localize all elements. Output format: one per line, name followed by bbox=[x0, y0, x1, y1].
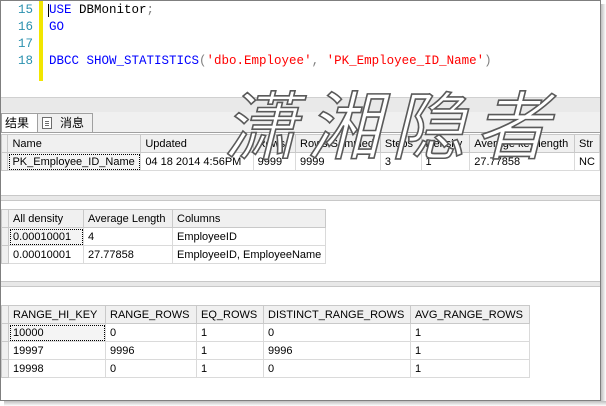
sql-token: , bbox=[311, 54, 327, 68]
tab-messages[interactable]: 消息 bbox=[37, 113, 93, 132]
column-header[interactable]: Updated bbox=[140, 134, 254, 153]
grid-splitter[interactable] bbox=[1, 281, 600, 287]
line-number: 18 bbox=[17, 54, 33, 68]
grid-cell[interactable]: 0 bbox=[105, 359, 197, 378]
column-header[interactable]: Average key length bbox=[469, 134, 576, 153]
column-header[interactable]: Name bbox=[7, 134, 142, 153]
column-header[interactable]: RANGE_ROWS bbox=[105, 305, 197, 324]
grid-cell[interactable]: 27.77858 bbox=[83, 245, 173, 264]
row-header[interactable] bbox=[1, 323, 9, 342]
grid-splitter[interactable] bbox=[1, 195, 600, 201]
table-row[interactable]: 19997 9996 1 9996 1 bbox=[1, 341, 530, 360]
grid-cell[interactable]: 19998 bbox=[8, 359, 106, 378]
results-tab-bar: 结果 消息 bbox=[1, 112, 600, 133]
grid-cell[interactable]: 1 bbox=[196, 323, 264, 342]
column-header[interactable]: AVG_RANGE_ROWS bbox=[410, 305, 530, 324]
sql-token: DBMonitor bbox=[71, 3, 147, 17]
grid-cell[interactable]: 1 bbox=[410, 341, 530, 360]
grid-corner[interactable] bbox=[1, 209, 9, 228]
line-number: 16 bbox=[17, 20, 33, 34]
table-row[interactable]: 0.00010001 4 EmployeeID bbox=[1, 227, 327, 246]
grid-cell[interactable]: 10000 bbox=[8, 323, 106, 342]
grid-cell[interactable]: 4 bbox=[83, 227, 173, 246]
grid-cell[interactable]: 0 bbox=[105, 323, 197, 342]
grid-corner[interactable] bbox=[1, 305, 9, 324]
sql-token: ) bbox=[484, 54, 492, 68]
grid-cell[interactable]: 1 bbox=[420, 152, 471, 171]
window-shadow-right bbox=[601, 4, 606, 404]
sql-token: ; bbox=[146, 3, 155, 17]
sql-keyword: USE bbox=[49, 3, 72, 17]
table-row[interactable]: 10000 0 1 0 1 bbox=[1, 323, 530, 342]
table-row[interactable]: 19998 0 1 0 1 bbox=[1, 359, 530, 378]
grid-cell[interactable]: EmployeeID, EmployeeName bbox=[171, 245, 327, 264]
column-header[interactable]: Rows Sampled bbox=[295, 134, 381, 153]
editor-horizontal-scrollbar[interactable] bbox=[1, 97, 600, 112]
row-header[interactable] bbox=[1, 359, 9, 378]
line-number: 15 bbox=[17, 3, 33, 17]
code-text: GO bbox=[49, 19, 64, 36]
density-vector-grid: All density Average Length Columns 0.000100… bbox=[1, 209, 327, 264]
grid-cell[interactable]: 1 bbox=[410, 359, 530, 378]
grid-cell[interactable]: 0.00010001 bbox=[8, 227, 84, 246]
sql-keyword: DBCC SHOW_STATISTICS bbox=[49, 54, 200, 68]
histogram-grid: RANGE_HI_KEY RANGE_ROWS EQ_ROWS DISTINCT_RA… bbox=[1, 305, 530, 378]
column-header[interactable]: Rows bbox=[252, 134, 297, 153]
grid-cell[interactable]: 9999 bbox=[252, 152, 297, 171]
column-header[interactable]: Density bbox=[420, 134, 471, 153]
query-editor[interactable]: 15 USE DBMonitor; 16 GO 17 18 DBCC SHOW_STATIS… bbox=[1, 1, 600, 97]
text-caret bbox=[48, 4, 49, 17]
column-header[interactable]: EQ_ROWS bbox=[196, 305, 264, 324]
sql-keyword: GO bbox=[49, 20, 65, 34]
grid-cell[interactable]: NC bbox=[574, 152, 600, 171]
column-header[interactable]: Str bbox=[574, 134, 600, 153]
code-text: DBCC SHOW_STATISTICS('dbo.Employee', 'PK… bbox=[49, 53, 492, 70]
grid-cell[interactable]: 9996 bbox=[105, 341, 197, 360]
row-header[interactable] bbox=[1, 245, 9, 264]
sql-string: 'PK_Employee_ID_Name' bbox=[326, 54, 485, 68]
grid-cell[interactable]: 9999 bbox=[295, 152, 381, 171]
change-tracking-bar bbox=[39, 1, 43, 81]
tab-results-label: 结果 bbox=[5, 116, 30, 130]
tab-results[interactable]: 结果 bbox=[1, 113, 40, 132]
sql-string: 'dbo.Employee' bbox=[206, 54, 312, 68]
grid-cell[interactable]: 04 18 2014 4:56PM bbox=[140, 152, 254, 171]
grid-cell[interactable]: 1 bbox=[410, 323, 530, 342]
row-header[interactable] bbox=[1, 341, 9, 360]
column-header[interactable]: Columns bbox=[171, 209, 327, 228]
window-shadow-bottom bbox=[4, 401, 606, 406]
line-number: 17 bbox=[17, 37, 33, 51]
column-header[interactable]: All density bbox=[8, 209, 84, 228]
grid-cell[interactable]: EmployeeID bbox=[171, 227, 327, 246]
column-header[interactable]: Average Length bbox=[83, 209, 173, 228]
row-header[interactable] bbox=[1, 227, 9, 246]
results-pane: Name Updated Rows Rows Sampled Steps Density A… bbox=[1, 133, 600, 400]
code-text: USE DBMonitor; bbox=[49, 2, 154, 19]
tab-messages-label: 消息 bbox=[60, 116, 85, 130]
messages-icon bbox=[42, 117, 52, 129]
grid-cell[interactable]: 1 bbox=[196, 359, 264, 378]
grid-cell[interactable]: 19997 bbox=[8, 341, 106, 360]
grid-cell[interactable]: 1 bbox=[196, 341, 264, 360]
grid-cell[interactable]: 0.00010001 bbox=[8, 245, 84, 264]
grid-header-row: All density Average Length Columns bbox=[1, 209, 327, 228]
grid-cell[interactable]: PK_Employee_ID_Name bbox=[7, 152, 142, 171]
window-frame: 15 USE DBMonitor; 16 GO 17 18 DBCC SHOW_STATIS… bbox=[0, 0, 601, 401]
grid-header-row: RANGE_HI_KEY RANGE_ROWS EQ_ROWS DISTINCT_RA… bbox=[1, 305, 530, 324]
column-header[interactable]: DISTINCT_RANGE_ROWS bbox=[263, 305, 411, 324]
column-header[interactable]: RANGE_HI_KEY bbox=[8, 305, 106, 324]
table-row[interactable]: PK_Employee_ID_Name 04 18 2014 4:56PM 9999… bbox=[1, 152, 600, 171]
grid-cell[interactable]: 0 bbox=[263, 323, 411, 342]
table-row[interactable]: 0.00010001 27.77858 EmployeeID, EmployeeNa… bbox=[1, 245, 327, 264]
sql-token: ( bbox=[199, 54, 207, 68]
grid-header-row: Name Updated Rows Rows Sampled Steps Density A… bbox=[1, 134, 600, 153]
grid-cell[interactable]: 3 bbox=[379, 152, 422, 171]
column-header[interactable]: Steps bbox=[379, 134, 422, 153]
grid-cell[interactable]: 0 bbox=[263, 359, 411, 378]
grid-cell[interactable]: 27.77858 bbox=[469, 152, 576, 171]
stats-header-grid: Name Updated Rows Rows Sampled Steps Density A… bbox=[1, 134, 600, 171]
grid-cell[interactable]: 9996 bbox=[263, 341, 411, 360]
